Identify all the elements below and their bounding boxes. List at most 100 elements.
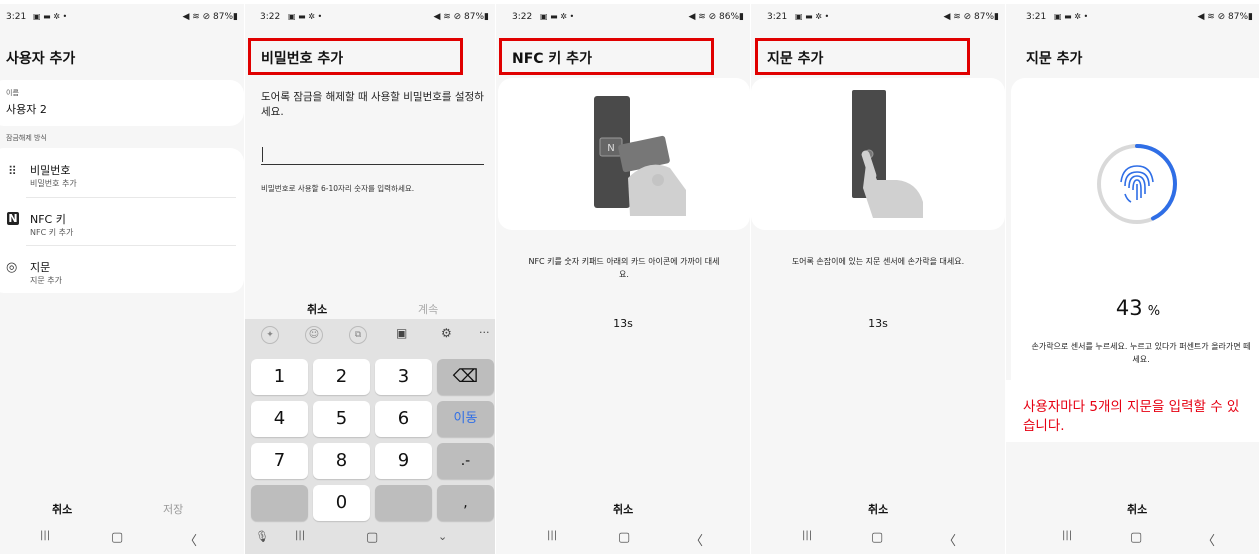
method-fingerprint[interactable]: ◎ 지문 지문 추가 (0, 246, 244, 293)
nav-bar: ||| ▢ 〈 (496, 530, 750, 549)
back-button[interactable]: 〈 (690, 530, 703, 549)
key-6[interactable]: 6 (375, 401, 432, 437)
status-bar: 3:21 ▣ ▬ ✲ • ◀ ≋ ⊘ 87%▮ (757, 12, 999, 26)
nav-bar: ||| ▢ 〈 (1006, 530, 1259, 549)
nav-bar: ||| ▢ 〈 (751, 530, 1005, 549)
percent-unit: % (1147, 304, 1161, 319)
page-title: 지문 추가 (767, 51, 824, 67)
method-nfc[interactable]: N NFC 키 NFC 키 추가 (0, 198, 244, 246)
method-sub: 비밀번호 추가 (30, 179, 77, 188)
key-3[interactable]: 3 (375, 359, 432, 395)
cancel-button[interactable]: 취소 (52, 501, 72, 517)
cancel-button[interactable]: 취소 (1127, 501, 1147, 517)
status-time: 3:21 (1026, 12, 1047, 22)
key-5[interactable]: 5 (313, 401, 370, 437)
key-7[interactable]: 7 (251, 443, 308, 479)
page-title: NFC 키 추가 (512, 51, 592, 67)
cancel-button[interactable]: 취소 (307, 301, 327, 317)
settings-icon[interactable]: ⚙ (441, 326, 452, 340)
description: 도어록 잠금을 해제할 때 사용할 비밀번호를 설정하세요. (261, 91, 484, 118)
password-hint: 비밀번호로 사용할 6-10자리 숫자를 입력하세요. (261, 184, 415, 193)
status-icons: ▣ ▬ ✲ • (288, 12, 323, 21)
mic-icon[interactable]: 🎙 (255, 530, 269, 543)
key-9[interactable]: 9 (375, 443, 432, 479)
status-icons: ▣ ▬ ✲ • (795, 12, 830, 21)
method-sub: 지문 추가 (30, 276, 62, 285)
note-text: 사용자마다 5개의 지문을 입력할 수 있습니다. (1023, 399, 1240, 434)
comma-key[interactable]: , (437, 485, 494, 521)
status-right: ◀ ≋ ⊘ 87%▮ (943, 12, 999, 22)
panel-add-password: 3:22 ▣ ▬ ✲ • ◀ ≋ ⊘ 87%▮ 비밀번호 추가 도어록 잠금을 … (245, 4, 495, 554)
status-time: 3:21 (6, 12, 27, 22)
back-button[interactable]: 〈 (184, 530, 197, 549)
hide-keyboard-button[interactable]: ⌄ (438, 530, 447, 543)
status-time: 3:22 (260, 12, 281, 22)
panel-add-fingerprint: 3:21 ▣ ▬ ✲ • ◀ ≋ ⊘ 87%▮ 지문 추가 도어록 손잡이에 있… (751, 4, 1005, 554)
status-time: 3:21 (767, 12, 788, 22)
blank-key[interactable] (251, 485, 308, 521)
key-8[interactable]: 8 (313, 443, 370, 479)
instruction-text: 도어록 손잡이에 있는 지문 센서에 손가락을 대세요. (791, 257, 965, 266)
clipboard-icon[interactable]: ▣ (396, 326, 407, 340)
panel-add-user: 3:21 ▣ ▬ ✲ • ◀ ≋ ⊘ 87%▮ 사용자 추가 이름 사용자 2 … (0, 4, 244, 554)
cancel-button[interactable]: 취소 (868, 501, 888, 517)
name-value: 사용자 2 (6, 103, 47, 116)
key-4[interactable]: 4 (251, 401, 308, 437)
sparkle-icon[interactable]: ✦ (261, 326, 279, 344)
cancel-button[interactable]: 취소 (613, 501, 633, 517)
section-label: 잠금해제 방식 (6, 134, 47, 142)
fingerprint-icon: ◎ (6, 260, 18, 275)
progress-percent: 43 % (1011, 296, 1259, 320)
name-card[interactable]: 이름 사용자 2 (0, 80, 244, 126)
more-icon[interactable]: ··· (479, 326, 490, 339)
note-box: 사용자마다 5개의 지문을 입력할 수 있습니다. (1006, 380, 1259, 442)
status-bar: 3:22 ▣ ▬ ✲ • ◀ ≋ ⊘ 87%▮ (251, 12, 489, 26)
page-title: 비밀번호 추가 (261, 51, 344, 67)
svg-text:N: N (607, 143, 614, 154)
page-title: 사용자 추가 (6, 51, 76, 67)
recent-apps-button[interactable]: ||| (547, 530, 557, 541)
password-input[interactable] (261, 144, 484, 165)
continue-button[interactable]: 계속 (418, 301, 438, 317)
home-button[interactable]: ▢ (111, 530, 123, 545)
recent-apps-button[interactable]: ||| (40, 530, 50, 541)
page-title: 지문 추가 (1026, 51, 1083, 67)
save-button[interactable]: 저장 (163, 501, 183, 517)
go-key[interactable]: 이동 (437, 401, 494, 437)
backspace-key[interactable]: ⌫ (437, 359, 494, 395)
method-password[interactable]: ⠿ 비밀번호 비밀번호 추가 (0, 148, 244, 196)
key-1[interactable]: 1 (251, 359, 308, 395)
method-label: NFC 키 (30, 213, 66, 226)
text-cursor (262, 147, 263, 162)
recent-apps-button[interactable]: ||| (1062, 530, 1072, 541)
period-dash-key[interactable]: .- (437, 443, 494, 479)
status-icons: ▣ ▬ ✲ • (1054, 12, 1089, 21)
home-button[interactable]: ▢ (1130, 530, 1142, 545)
emoji-icon[interactable]: ☺ (305, 326, 323, 344)
home-button[interactable]: ▢ (871, 530, 883, 545)
nfc-icon: N (7, 212, 19, 225)
status-right: ◀ ≋ ⊘ 87%▮ (182, 12, 238, 22)
nav-bar: 🎙 ||| ▢ ⌄ (245, 530, 495, 546)
status-time: 3:22 (512, 12, 533, 22)
back-button[interactable]: 〈 (1202, 530, 1215, 549)
home-button[interactable]: ▢ (366, 530, 378, 545)
fingerprint-illustration (751, 78, 1005, 230)
recent-apps-button[interactable]: ||| (802, 530, 812, 541)
panel-add-nfc: 3:22 ▣ ▬ ✲ • ◀ ≋ ⊘ 86%▮ NFC 키 추가 N NFC 키… (496, 4, 750, 554)
blank-key[interactable] (375, 485, 432, 521)
nav-bar: ||| ▢ 〈 (0, 530, 244, 549)
home-button[interactable]: ▢ (618, 530, 630, 545)
clipboard-copy-icon[interactable]: ⧉ (349, 326, 367, 344)
status-icons: ▣ ▬ ✲ • (33, 12, 68, 21)
back-button[interactable]: 〈 (943, 530, 956, 549)
key-2[interactable]: 2 (313, 359, 370, 395)
status-right: ◀ ≋ ⊘ 87%▮ (1197, 12, 1253, 22)
key-0[interactable]: 0 (313, 485, 370, 521)
panel-fingerprint-progress: 3:21 ▣ ▬ ✲ • ◀ ≋ ⊘ 87%▮ 지문 추가 43 % 손가락으로… (1006, 4, 1259, 554)
nfc-card-illustration: N (594, 96, 686, 216)
recent-apps-button[interactable]: ||| (295, 530, 305, 541)
door-lock-illustration (852, 90, 923, 218)
method-label: 지문 (30, 261, 51, 274)
status-bar: 3:21 ▣ ▬ ✲ • ◀ ≋ ⊘ 87%▮ (6, 12, 238, 26)
